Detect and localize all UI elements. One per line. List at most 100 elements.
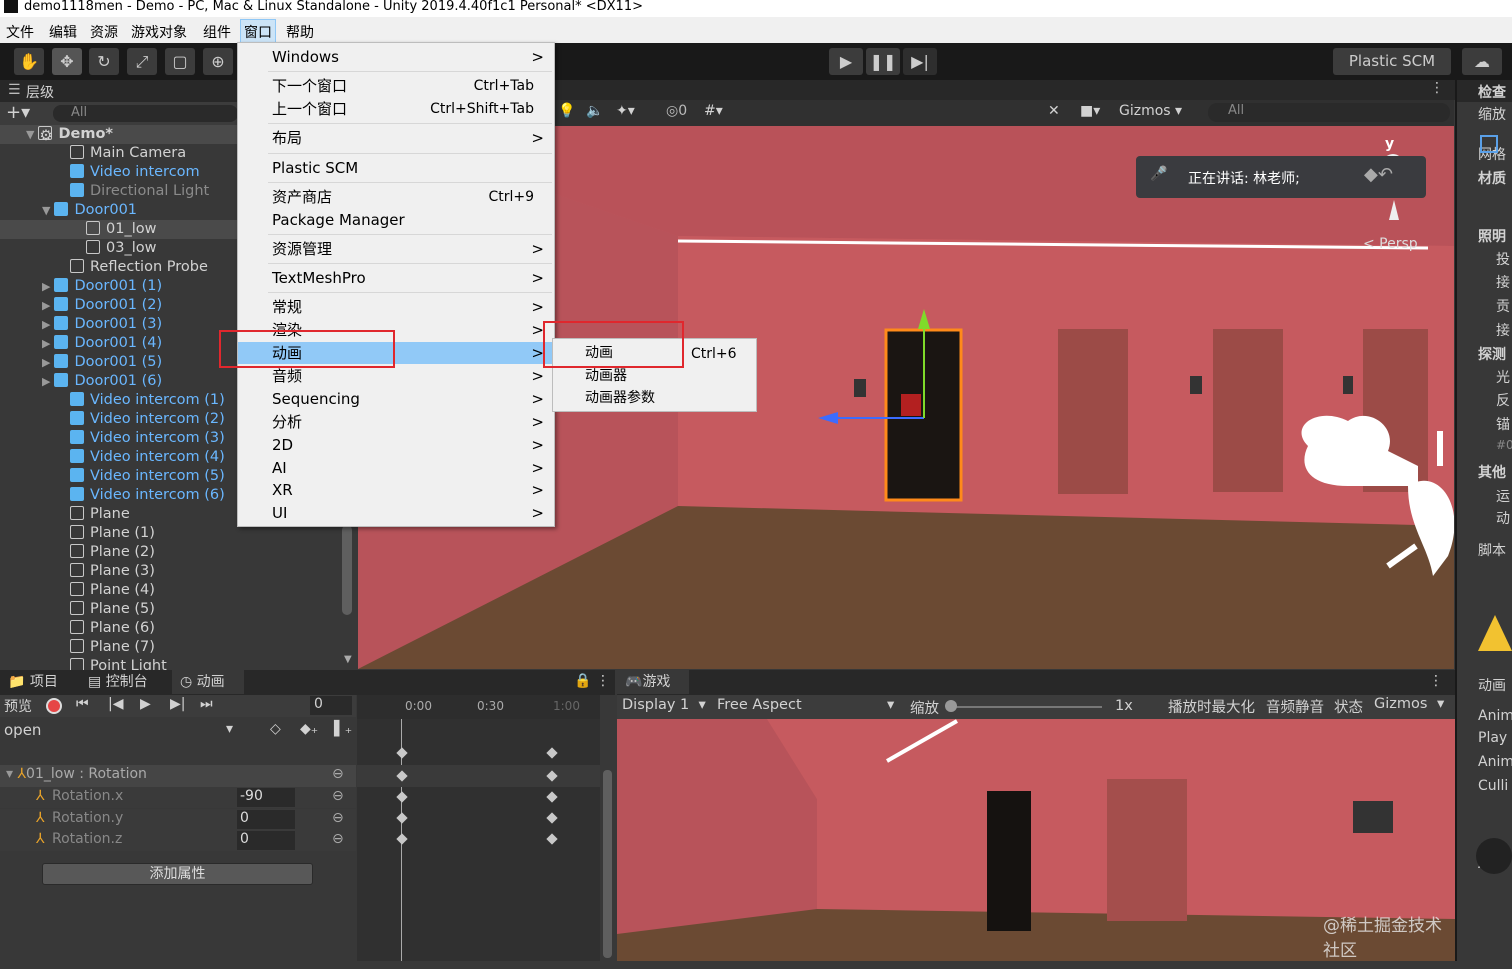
tools-icon[interactable]: ✕: [1048, 103, 1060, 119]
cloud-icon[interactable]: ☁: [1462, 48, 1502, 75]
tab-console[interactable]: ▤ 控制台: [88, 670, 148, 694]
expand-arrow-icon[interactable]: ▶: [42, 318, 50, 331]
scene-menu-icon[interactable]: ⋮: [1430, 80, 1444, 96]
dopesheet[interactable]: [357, 719, 600, 961]
add-property-button[interactable]: 添加属性: [42, 863, 313, 885]
maximize-on-play-button[interactable]: 播放时最大化: [1168, 696, 1255, 717]
dopesheet-scrollbar[interactable]: [603, 770, 612, 958]
scene-search-input[interactable]: All: [1208, 103, 1450, 122]
aspect-dropdown-arrow-icon[interactable]: ▾: [887, 697, 894, 713]
hierarchy-row[interactable]: Plane (7): [0, 638, 238, 657]
expand-arrow-icon[interactable]: ▶: [42, 356, 50, 369]
window-menu-item-item[interactable]: 布局 >: [238, 127, 554, 149]
window-menu-item-item[interactable]: 资源管理 >: [238, 238, 554, 260]
camera-icon[interactable]: ■▾: [1080, 103, 1100, 119]
audio-icon[interactable]: 🔈: [586, 103, 603, 119]
window-menu-item-ai[interactable]: AI >: [238, 457, 554, 479]
hierarchy-row[interactable]: Directional Light: [0, 182, 238, 201]
hierarchy-row[interactable]: 03_low: [0, 239, 238, 258]
hierarchy-row[interactable]: Video intercom: [0, 163, 238, 182]
hidden-objects-icon[interactable]: ◎0: [666, 103, 687, 119]
expand-arrow-icon[interactable]: ▶: [42, 375, 50, 388]
hierarchy-row[interactable]: Main Camera: [0, 144, 238, 163]
hierarchy-row[interactable]: Plane (4): [0, 581, 238, 600]
menu-help[interactable]: 帮助: [286, 22, 314, 42]
submenu-item[interactable]: 动画器参数: [585, 387, 655, 409]
scroll-down-icon[interactable]: ▼: [344, 654, 352, 665]
add-icon[interactable]: +▾: [6, 102, 30, 123]
scale-slider-thumb[interactable]: [945, 700, 957, 712]
property-value-input[interactable]: -90: [237, 788, 295, 807]
menu-file[interactable]: 文件: [6, 22, 34, 42]
game-gizmos-button[interactable]: Gizmos: [1374, 696, 1427, 712]
gizmos-dropdown[interactable]: Gizmos ▾: [1119, 103, 1182, 119]
key-toggle-icon[interactable]: ⊖: [332, 831, 344, 847]
grid-icon[interactable]: #▾: [704, 103, 723, 119]
hierarchy-row[interactable]: Plane (3): [0, 562, 238, 581]
play-anim-button[interactable]: ▶: [140, 696, 151, 712]
last-key-button[interactable]: ⏭: [200, 696, 213, 712]
hand-tool-icon[interactable]: ✋: [14, 48, 44, 75]
window-menu-item-windows[interactable]: Windows >: [238, 46, 554, 68]
add-keyframe-icon[interactable]: ◇: [270, 721, 281, 737]
display-dropdown[interactable]: Display 1 ▾: [622, 697, 706, 713]
hierarchy-row[interactable]: ▼ Door001: [0, 201, 238, 220]
hierarchy-row[interactable]: Plane (6): [0, 619, 238, 638]
aspect-dropdown[interactable]: Free Aspect: [717, 697, 802, 713]
hierarchy-row[interactable]: ▶ Door001 (4): [0, 334, 238, 353]
group-toggle-icon[interactable]: ⊖: [332, 766, 344, 782]
hierarchy-row[interactable]: Plane (1): [0, 524, 238, 543]
hierarchy-row[interactable]: Plane (5): [0, 600, 238, 619]
window-menu-item-item[interactable]: 常规 >: [238, 296, 554, 318]
hierarchy-row[interactable]: Video intercom (3): [0, 429, 238, 448]
key-toggle-icon[interactable]: ⊖: [332, 810, 344, 826]
rect-tool-icon[interactable]: ▢: [165, 48, 195, 75]
window-menu-item-item[interactable]: 上一个窗口 Ctrl+Shift+Tab: [238, 98, 554, 120]
hierarchy-row[interactable]: Plane: [0, 505, 238, 524]
menu-assets[interactable]: 资源: [90, 22, 118, 42]
hierarchy-row[interactable]: ▶ Door001 (2): [0, 296, 238, 315]
hierarchy-row[interactable]: ▶ Door001 (1): [0, 277, 238, 296]
window-menu-item-item[interactable]: 下一个窗口 Ctrl+Tab: [238, 75, 554, 97]
game-view[interactable]: @稀土掘金技术社区: [617, 719, 1455, 961]
hierarchy-row[interactable]: ▶ Door001 (3): [0, 315, 238, 334]
first-key-button[interactable]: ⏮: [76, 696, 89, 712]
pause-button[interactable]: ❚❚: [866, 48, 900, 75]
expand-arrow-icon[interactable]: ▶: [42, 337, 50, 350]
hierarchy-scrollbar-thumb[interactable]: [342, 525, 352, 615]
lock-icon[interactable]: 🔒: [574, 673, 591, 689]
preview-button[interactable]: 预览: [4, 696, 32, 716]
hierarchy-row[interactable]: Video intercom (6): [0, 486, 238, 505]
window-menu-item-ui[interactable]: UI >: [238, 502, 554, 524]
clip-dropdown[interactable]: open: [4, 721, 41, 739]
hierarchy-row[interactable]: Video intercom (2): [0, 410, 238, 429]
expand-arrow-icon[interactable]: ▶: [42, 280, 50, 293]
menu-gameobject[interactable]: 游戏对象: [131, 22, 187, 42]
plastic-scm-button[interactable]: Plastic SCM: [1333, 48, 1451, 75]
stats-button[interactable]: 状态: [1334, 696, 1363, 717]
property-value-input[interactable]: 0: [237, 809, 295, 829]
window-menu-item-item[interactable]: 分析 >: [238, 411, 554, 433]
property-group-row[interactable]: ▾ ⅄01_low : Rotation ⊖: [0, 765, 356, 787]
light-icon[interactable]: 💡: [558, 103, 575, 119]
hierarchy-row[interactable]: Reflection Probe: [0, 258, 238, 277]
hierarchy-row[interactable]: Video intercom (1): [0, 391, 238, 410]
property-row[interactable]: ⅄ Rotation.x -90 ⊖: [0, 787, 356, 808]
prev-key-button[interactable]: |◀: [108, 696, 123, 712]
timeline-ruler[interactable]: 0:00 0:30 1:00: [357, 695, 600, 719]
window-menu-item-item[interactable]: 音频 >: [238, 365, 554, 387]
collapse-icon[interactable]: ◆↶: [1364, 164, 1393, 185]
scale-slider[interactable]: [952, 706, 1102, 708]
tab-game[interactable]: 🎮游戏: [617, 670, 689, 694]
scale-tool-icon[interactable]: ⤢: [127, 48, 157, 75]
window-menu-item-plastic-scm[interactable]: Plastic SCM: [238, 157, 554, 179]
rotate-tool-icon[interactable]: ↻: [89, 48, 119, 75]
window-menu-item-package-manager[interactable]: Package Manager: [238, 209, 554, 231]
window-menu-item-textmeshpro[interactable]: TextMeshPro >: [238, 267, 554, 289]
add-event-icon[interactable]: ▌₊: [334, 721, 352, 737]
hierarchy-row[interactable]: Plane (2): [0, 543, 238, 562]
property-row[interactable]: ⅄ Rotation.z 0 ⊖: [0, 830, 356, 851]
move-tool-icon[interactable]: ✥: [52, 48, 82, 75]
game-gizmos-arrow-icon[interactable]: ▾: [1437, 696, 1444, 712]
property-value-input[interactable]: 0: [237, 831, 295, 850]
